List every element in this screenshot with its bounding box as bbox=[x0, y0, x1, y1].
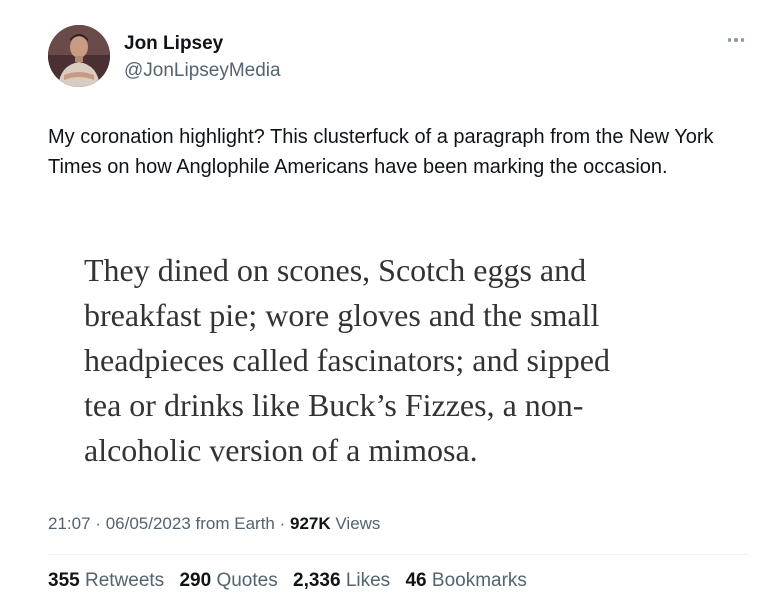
quotes-count: 290 bbox=[179, 570, 212, 591]
meta-separator: · bbox=[95, 514, 101, 533]
tweet-text: My coronation highlight? This clusterfuc… bbox=[48, 126, 714, 178]
author-name[interactable]: Jon Lipsey bbox=[124, 33, 223, 55]
bookmarks-count: 46 bbox=[405, 570, 427, 591]
views-label[interactable]: Views bbox=[335, 514, 380, 533]
quotes-label: Quotes bbox=[216, 570, 278, 591]
likes-label: Likes bbox=[345, 570, 391, 591]
retweets-label: Retweets bbox=[84, 570, 165, 591]
more-options-icon[interactable] bbox=[724, 30, 748, 50]
author-handle[interactable]: @JonLipseyMedia bbox=[124, 60, 281, 82]
avatar[interactable] bbox=[48, 25, 110, 87]
tweet-date[interactable]: 06/05/2023 bbox=[106, 514, 191, 533]
engagement-stats: 355 Retweets 290 Quotes 2,336 Likes 46 B… bbox=[48, 570, 537, 592]
bookmarks-stat[interactable]: 46 Bookmarks bbox=[405, 570, 526, 592]
retweets-count: 355 bbox=[48, 570, 80, 591]
quote-line: breakfast pie; wore gloves and the small bbox=[84, 297, 600, 333]
meta-separator: · bbox=[279, 514, 286, 533]
quote-line: alcoholic version of a mimosa. bbox=[84, 432, 478, 468]
likes-stat[interactable]: 2,336 Likes bbox=[293, 570, 390, 592]
tweet-time[interactable]: 21:07 bbox=[48, 514, 91, 533]
quoted-paragraph-image[interactable]: They dined on scones, Scotch eggs and br… bbox=[84, 248, 724, 473]
retweets-stat[interactable]: 355 Retweets bbox=[48, 570, 164, 592]
tweet-meta: 21:07 · 06/05/2023 from Earth · 927K Vie… bbox=[48, 514, 380, 534]
bookmarks-label: Bookmarks bbox=[431, 570, 527, 591]
views-count[interactable]: 927K bbox=[290, 514, 331, 533]
quote-line: headpieces called fascinators; and sippe… bbox=[84, 342, 610, 378]
tweet: Jon Lipsey @JonLipseyMedia My coronation… bbox=[0, 0, 768, 600]
likes-count: 2,336 bbox=[293, 570, 341, 591]
tweet-source: from Earth bbox=[195, 514, 275, 533]
quotes-stat[interactable]: 290 Quotes bbox=[179, 570, 277, 592]
quote-line: They dined on scones, Scotch eggs and bbox=[84, 252, 587, 288]
divider bbox=[48, 554, 748, 555]
quote-line: tea or drinks like Buck’s Fizzes, a non- bbox=[84, 387, 584, 423]
profile-photo-icon bbox=[48, 25, 110, 87]
